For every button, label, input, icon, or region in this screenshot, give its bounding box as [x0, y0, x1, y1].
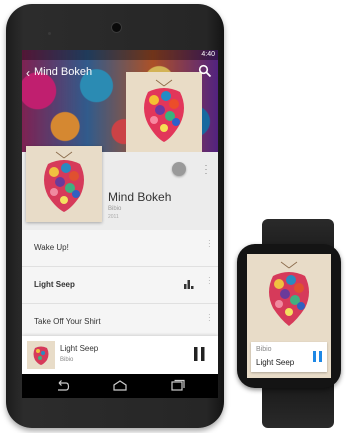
nav-home-icon[interactable]: [112, 379, 128, 393]
search-icon[interactable]: [198, 64, 212, 78]
nav-recents-icon[interactable]: [170, 379, 186, 393]
watch-title: Light Seep: [256, 358, 295, 367]
album-title: Mind Bokeh: [108, 190, 172, 204]
watch-album-art: [269, 261, 309, 326]
nav-back-icon[interactable]: [54, 379, 70, 393]
watch-strap-bottom: [262, 384, 334, 428]
smartwatch-device: Bibio Light Seep: [237, 244, 341, 388]
overflow-menu-icon[interactable]: · · ·: [208, 311, 212, 325]
watch-artist: Bibio: [256, 346, 272, 353]
overflow-menu-icon[interactable]: · · ·: [203, 161, 209, 178]
album-art: [26, 146, 102, 222]
front-camera: [112, 23, 121, 32]
overflow-menu-icon[interactable]: · · ·: [208, 237, 212, 251]
now-playing-bar[interactable]: Light Seep Bibio: [22, 336, 218, 374]
album-year: 2011: [108, 214, 119, 220]
track-list: Wake Up! · · · Light Seep · · · Take Off You…: [22, 230, 218, 341]
status-bar: 4:40: [22, 50, 218, 60]
track-row[interactable]: Light Seep · · ·: [22, 267, 218, 304]
back-chevron-icon[interactable]: ‹: [26, 66, 30, 80]
pin-icon[interactable]: [172, 162, 186, 176]
back-title[interactable]: Mind Bokeh: [34, 66, 92, 78]
now-playing-title: Light Seep: [60, 344, 99, 353]
album-card: · · · Mind Bokeh Bibio 2011: [22, 146, 218, 234]
navigation-bar: [22, 374, 218, 398]
phone-device: 4:40 ‹ Mind Bokeh · · · Mind Bokeh Bibio…: [6, 4, 224, 428]
track-title: Take Off Your Shirt: [34, 317, 101, 326]
track-title: Wake Up!: [34, 243, 69, 252]
speaker-dot: [48, 32, 51, 35]
overflow-menu-icon[interactable]: · · ·: [208, 274, 212, 288]
track-row[interactable]: Wake Up! · · ·: [22, 230, 218, 267]
now-playing-art: [27, 341, 55, 369]
album-artist: Bibio: [108, 206, 122, 212]
phone-screen: 4:40 ‹ Mind Bokeh · · · Mind Bokeh Bibio…: [22, 50, 218, 398]
watch-now-playing-card[interactable]: Bibio Light Seep: [251, 342, 327, 372]
pause-icon[interactable]: [313, 351, 322, 362]
watch-screen: Bibio Light Seep: [247, 254, 331, 378]
equalizer-icon: [184, 280, 194, 289]
now-playing-artist: Bibio: [60, 357, 74, 363]
track-title: Light Seep: [34, 280, 75, 289]
hero-album-art: [126, 72, 202, 152]
status-time: 4:40: [201, 51, 215, 58]
pause-icon[interactable]: [194, 347, 205, 361]
